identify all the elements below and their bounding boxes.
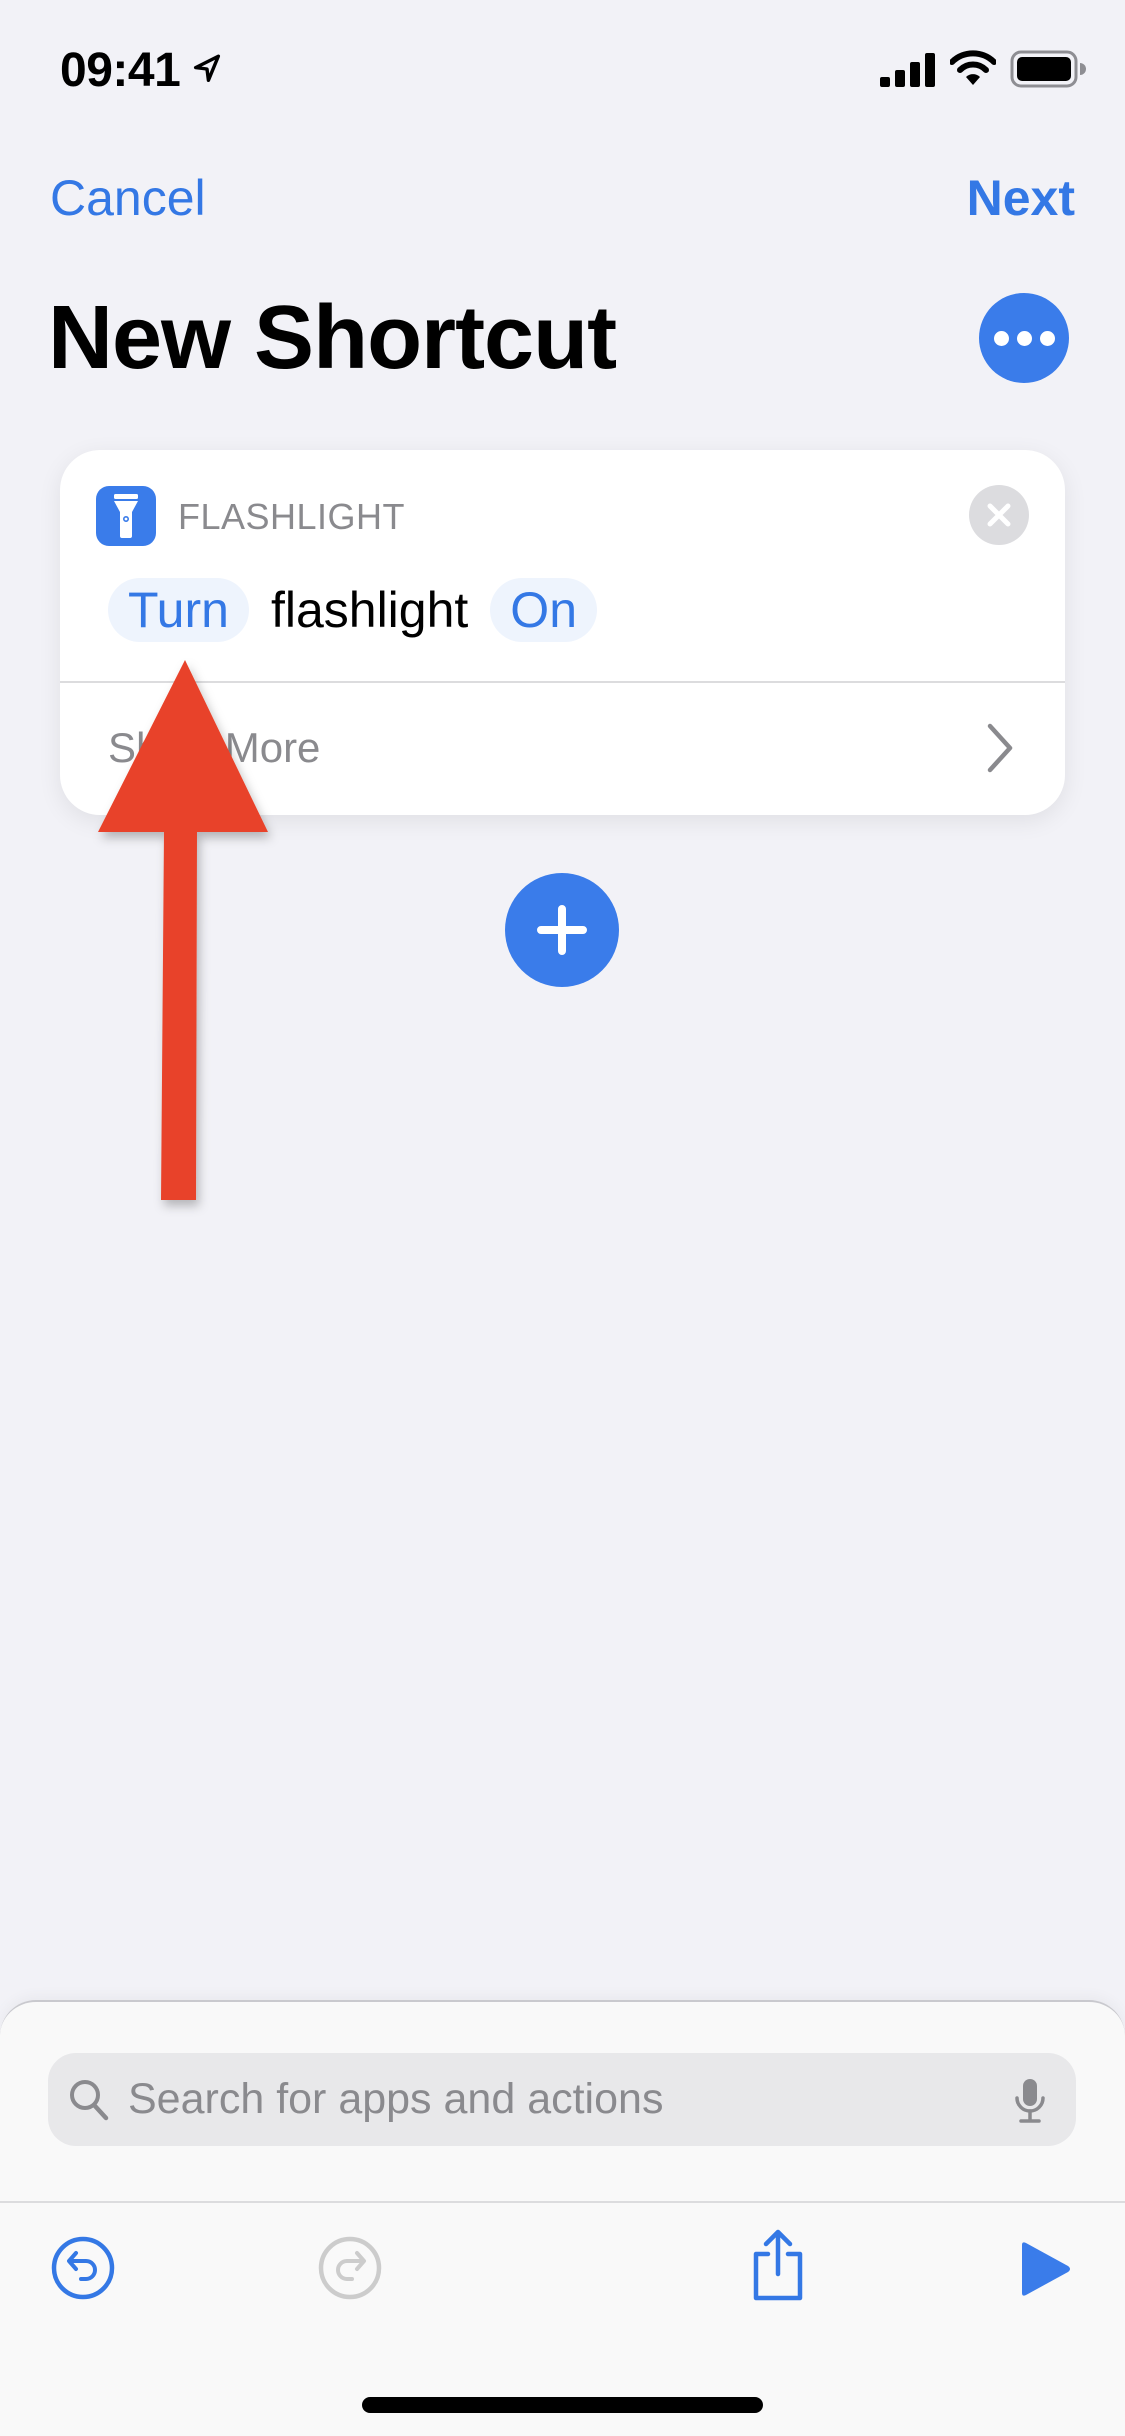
- action-object-label: flashlight: [270, 582, 469, 638]
- undo-icon[interactable]: [50, 2235, 116, 2301]
- search-icon: [70, 2080, 109, 2121]
- play-icon[interactable]: [1018, 2240, 1072, 2298]
- page-title: New Shortcut: [48, 288, 617, 388]
- ellipsis-icon-dot: [1016, 330, 1032, 346]
- flashlight-action-card: FLASHLIGHT Turn flashlight On Show More: [60, 450, 1065, 815]
- cancel-button[interactable]: Cancel: [50, 168, 206, 228]
- ellipsis-icon-dot: [1039, 330, 1055, 346]
- remove-action-button[interactable]: [969, 485, 1029, 545]
- microphone-icon[interactable]: [1014, 2078, 1046, 2124]
- flashlight-icon: [114, 494, 138, 538]
- share-icon[interactable]: [748, 2228, 808, 2304]
- more-options-button[interactable]: [979, 293, 1069, 383]
- cellular-signal-icon: [880, 53, 935, 87]
- show-more-label: Show More: [108, 724, 321, 771]
- location-arrow-icon: [193, 54, 221, 83]
- search-placeholder: Search for apps and actions: [128, 2075, 664, 2123]
- next-button[interactable]: Next: [967, 168, 1075, 228]
- add-action-button[interactable]: [505, 873, 619, 987]
- close-icon: [987, 503, 1011, 527]
- state-parameter[interactable]: On: [490, 578, 597, 642]
- ellipsis-icon: [993, 330, 1009, 346]
- status-time: 09:41: [60, 44, 181, 97]
- toolbar-divider: [0, 2201, 1125, 2203]
- battery-icon: [1010, 50, 1086, 88]
- plus-icon: [537, 905, 587, 955]
- chevron-right-icon: [987, 723, 1013, 773]
- turn-parameter[interactable]: Turn: [108, 578, 249, 642]
- app-icon: [96, 486, 156, 546]
- redo-icon[interactable]: [317, 2235, 383, 2301]
- action-parameter-row: Turn flashlight On: [108, 578, 597, 642]
- action-app-name: FLASHLIGHT: [178, 496, 406, 537]
- wifi-icon: [950, 50, 996, 85]
- home-indicator[interactable]: [362, 2397, 763, 2413]
